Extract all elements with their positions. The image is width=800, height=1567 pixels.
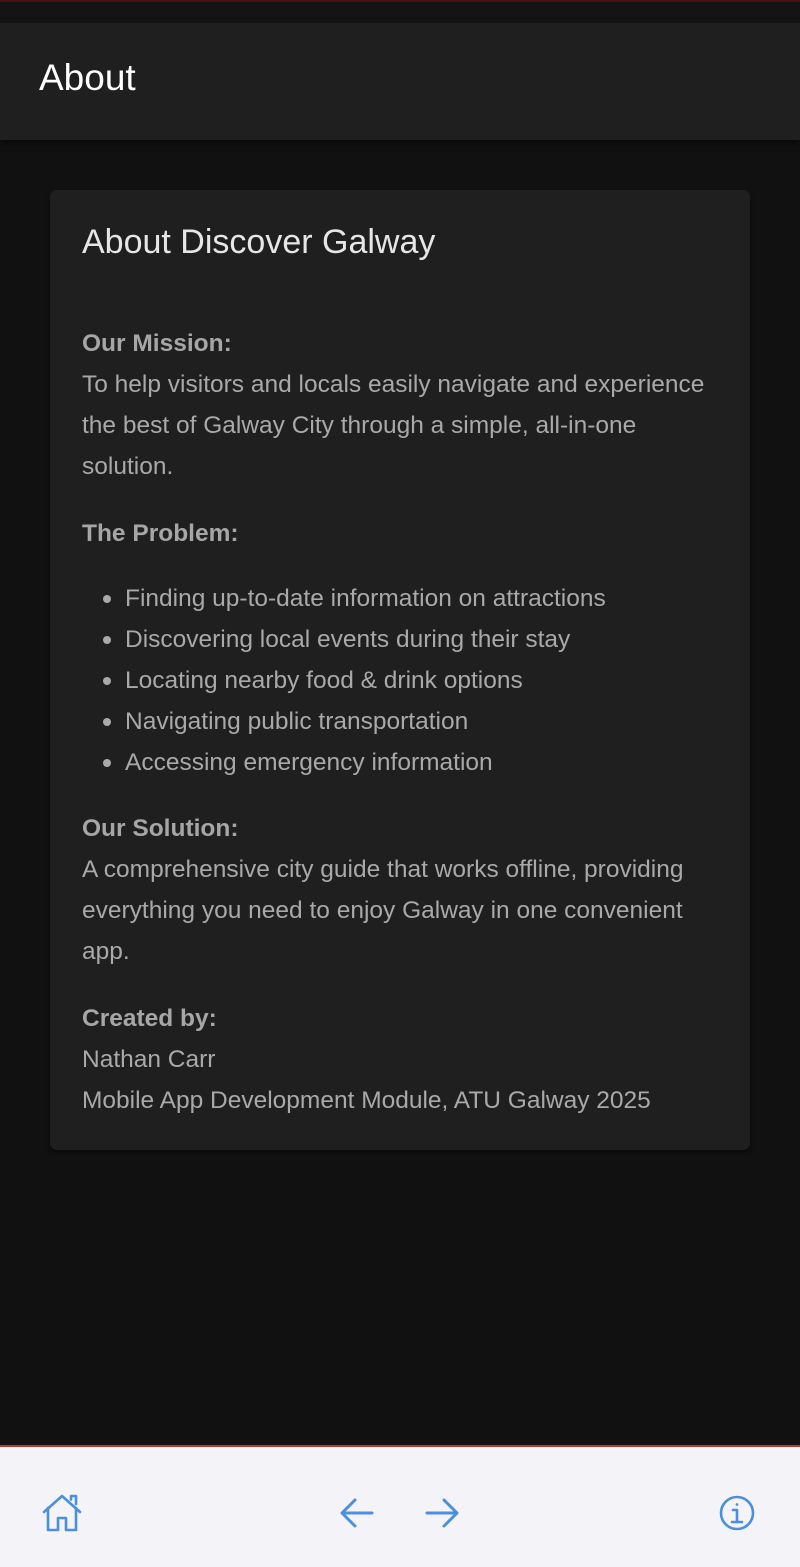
- list-item: Navigating public transportation: [82, 701, 732, 742]
- created-heading: Created by:: [82, 1005, 217, 1032]
- back-button[interactable]: [329, 1485, 385, 1541]
- home-icon: [42, 1494, 82, 1532]
- bottom-toolbar: [0, 1445, 800, 1567]
- about-card: About Discover Galway Our Mission: To he…: [50, 190, 750, 1150]
- list-item: Finding up-to-date information on attrac…: [82, 578, 732, 619]
- solution-section: Our Solution: A comprehensive city guide…: [82, 808, 732, 972]
- problem-item-text: Locating nearby food & drink options: [125, 667, 523, 694]
- bullet-icon: [103, 595, 111, 603]
- info-icon: [719, 1495, 755, 1531]
- bullet-icon: [103, 718, 111, 726]
- bullet-icon: [103, 636, 111, 644]
- page-title: About: [39, 57, 136, 98]
- author-name: Nathan Carr: [82, 1046, 216, 1073]
- forward-button[interactable]: [414, 1485, 470, 1541]
- bullet-icon: [103, 759, 111, 767]
- status-bar: [0, 0, 800, 23]
- module-text: Mobile App Development Module, ATU Galwa…: [82, 1087, 651, 1114]
- problem-section: The Problem:: [82, 513, 732, 554]
- home-button[interactable]: [34, 1485, 90, 1541]
- arrow-back-icon: [340, 1498, 374, 1528]
- problem-item-text: Accessing emergency information: [125, 749, 493, 776]
- arrow-forward-icon: [425, 1498, 459, 1528]
- list-item: Accessing emergency information: [82, 742, 732, 783]
- credits-section: Created by: Nathan Carr Mobile App Devel…: [82, 998, 732, 1121]
- info-button[interactable]: [709, 1485, 765, 1541]
- list-item: Discovering local events during their st…: [82, 619, 732, 660]
- mission-section: Our Mission: To help visitors and locals…: [82, 323, 732, 487]
- solution-heading: Our Solution:: [82, 815, 239, 842]
- solution-text: A comprehensive city guide that works of…: [82, 856, 684, 965]
- mission-text: To help visitors and locals easily navig…: [82, 371, 705, 480]
- list-item: Locating nearby food & drink options: [82, 660, 732, 701]
- bullet-icon: [103, 677, 111, 685]
- problem-item-text: Finding up-to-date information on attrac…: [125, 585, 606, 612]
- problem-item-text: Navigating public transportation: [125, 708, 469, 735]
- problem-heading: The Problem:: [82, 520, 239, 547]
- problem-item-text: Discovering local events during their st…: [125, 626, 571, 653]
- toolbar: About: [0, 23, 800, 140]
- mission-heading: Our Mission:: [82, 330, 232, 357]
- card-title: About Discover Galway: [82, 223, 436, 261]
- problem-list: Finding up-to-date information on attrac…: [82, 578, 732, 783]
